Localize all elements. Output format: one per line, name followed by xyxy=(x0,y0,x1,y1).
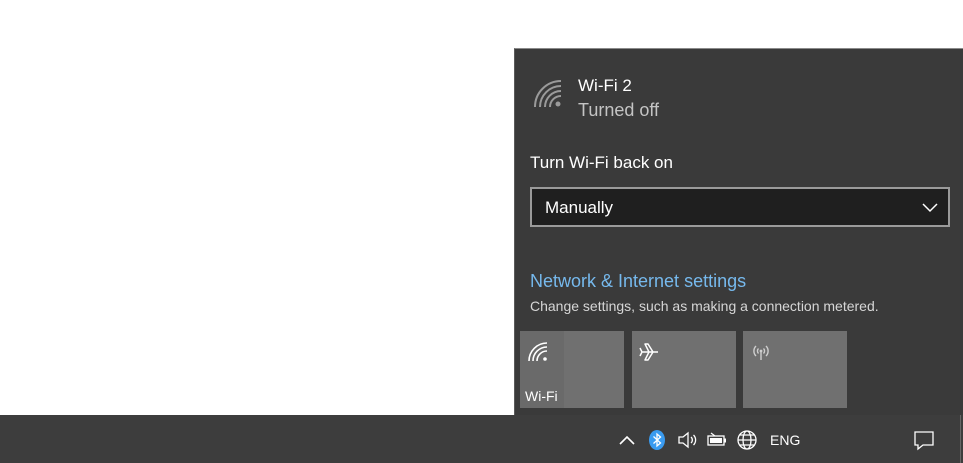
wifi-icon xyxy=(528,342,548,362)
battery-icon[interactable] xyxy=(706,429,728,451)
wifi-flyout: Wi-Fi 2 Turned off Turn Wi-Fi back on Ma… xyxy=(514,48,963,415)
wifi-toggle-tile[interactable]: Wi-Fi xyxy=(520,331,624,408)
chevron-up-icon[interactable] xyxy=(616,429,638,451)
taskbar: ENG xyxy=(0,415,963,463)
mobile-hotspot-tile[interactable] xyxy=(743,331,847,408)
airplane-icon xyxy=(639,343,658,361)
action-center-icon[interactable] xyxy=(913,429,935,451)
bluetooth-icon[interactable] xyxy=(646,429,668,451)
airplane-mode-tile[interactable] xyxy=(632,331,736,408)
network-status: Turned off xyxy=(578,100,660,120)
network-globe-icon[interactable] xyxy=(736,429,758,451)
wifi-icon xyxy=(534,80,562,108)
network-settings-description: Change settings, such as making a connec… xyxy=(530,298,879,314)
chevron-down-icon xyxy=(922,203,938,213)
turn-wifi-on-dropdown[interactable]: Manually xyxy=(530,187,950,227)
volume-icon[interactable] xyxy=(676,429,698,451)
dropdown-selected-value: Manually xyxy=(545,198,614,217)
input-language-indicator[interactable]: ENG xyxy=(770,432,800,448)
network-item[interactable]: Wi-Fi 2 Turned off xyxy=(515,49,963,125)
mobile-hotspot-icon xyxy=(753,345,769,360)
wifi-tile-label: Wi-Fi xyxy=(525,388,558,404)
turn-wifi-on-label: Turn Wi-Fi back on xyxy=(530,153,673,172)
taskbar-divider xyxy=(960,415,961,463)
network-name: Wi-Fi 2 xyxy=(578,76,632,95)
network-settings-link[interactable]: Network & Internet settings xyxy=(530,271,746,292)
